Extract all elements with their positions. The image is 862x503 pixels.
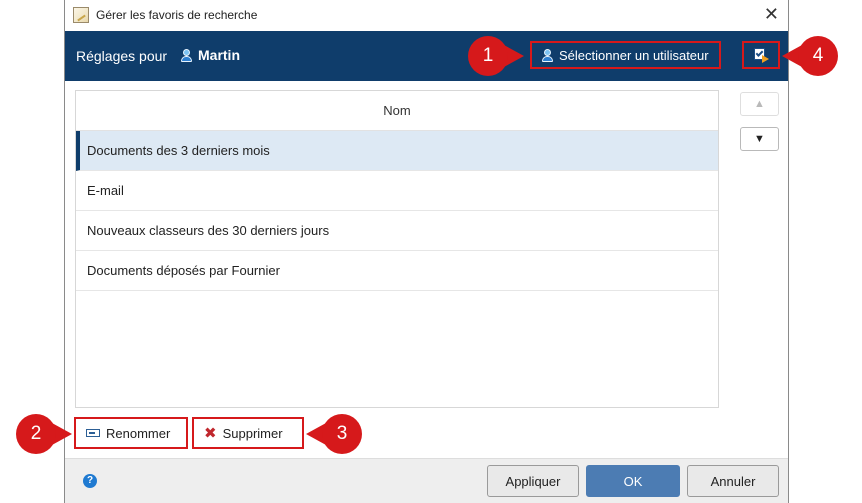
arrow-up-icon: ▲ — [754, 98, 765, 110]
list-item[interactable]: Documents des 3 derniers mois — [76, 131, 718, 171]
select-user-label: Sélectionner un utilisateur — [559, 47, 709, 63]
user-icon — [542, 48, 553, 62]
select-user-button[interactable]: Sélectionner un utilisateur — [530, 41, 721, 69]
apply-button[interactable]: Appliquer — [487, 465, 579, 497]
callout-1: 1 — [468, 36, 524, 76]
delete-button[interactable]: ✖ Supprimer — [192, 417, 304, 449]
move-down-button[interactable]: ▼ — [740, 127, 779, 151]
cancel-button[interactable]: Annuler — [687, 465, 779, 497]
rename-label: Renommer — [106, 425, 171, 441]
export-icon — [754, 48, 769, 63]
dialog-footer: ? Appliquer OK Annuler — [65, 458, 788, 503]
rename-button[interactable]: Renommer — [74, 417, 188, 449]
current-user: Martin — [181, 47, 240, 63]
callout-3: 3 — [306, 414, 362, 454]
manage-favorites-dialog: Gérer les favoris de recherche ✕ Réglage… — [64, 0, 789, 503]
help-icon[interactable]: ? — [83, 474, 97, 488]
settings-for-label: Réglages pour — [76, 48, 168, 64]
delete-label: Supprimer — [222, 425, 283, 441]
title-bar: Gérer les favoris de recherche ✕ — [65, 0, 788, 31]
rename-icon — [86, 429, 100, 437]
list-item[interactable]: Documents déposés par Fournier — [76, 251, 718, 291]
window-title: Gérer les favoris de recherche — [96, 8, 258, 22]
settings-header: Réglages pour Martin Sélectionner un uti… — [65, 31, 788, 81]
list-item[interactable]: E-mail — [76, 171, 718, 211]
callout-4: 4 — [782, 36, 838, 76]
favorites-list: Nom Documents des 3 derniers mois E-mail… — [75, 90, 719, 408]
move-up-button[interactable]: ▲ — [740, 92, 779, 116]
arrow-down-icon: ▼ — [754, 133, 765, 145]
app-icon — [73, 7, 89, 23]
column-header-name[interactable]: Nom — [76, 91, 718, 131]
close-icon[interactable]: ✕ — [764, 4, 779, 24]
callout-2: 2 — [16, 414, 72, 454]
current-user-name: Martin — [198, 47, 240, 63]
delete-icon: ✖ — [204, 425, 217, 442]
ok-button[interactable]: OK — [586, 465, 680, 497]
user-icon — [181, 48, 192, 62]
export-favorites-button[interactable] — [742, 41, 780, 69]
list-item[interactable]: Nouveaux classeurs des 30 derniers jours — [76, 211, 718, 251]
